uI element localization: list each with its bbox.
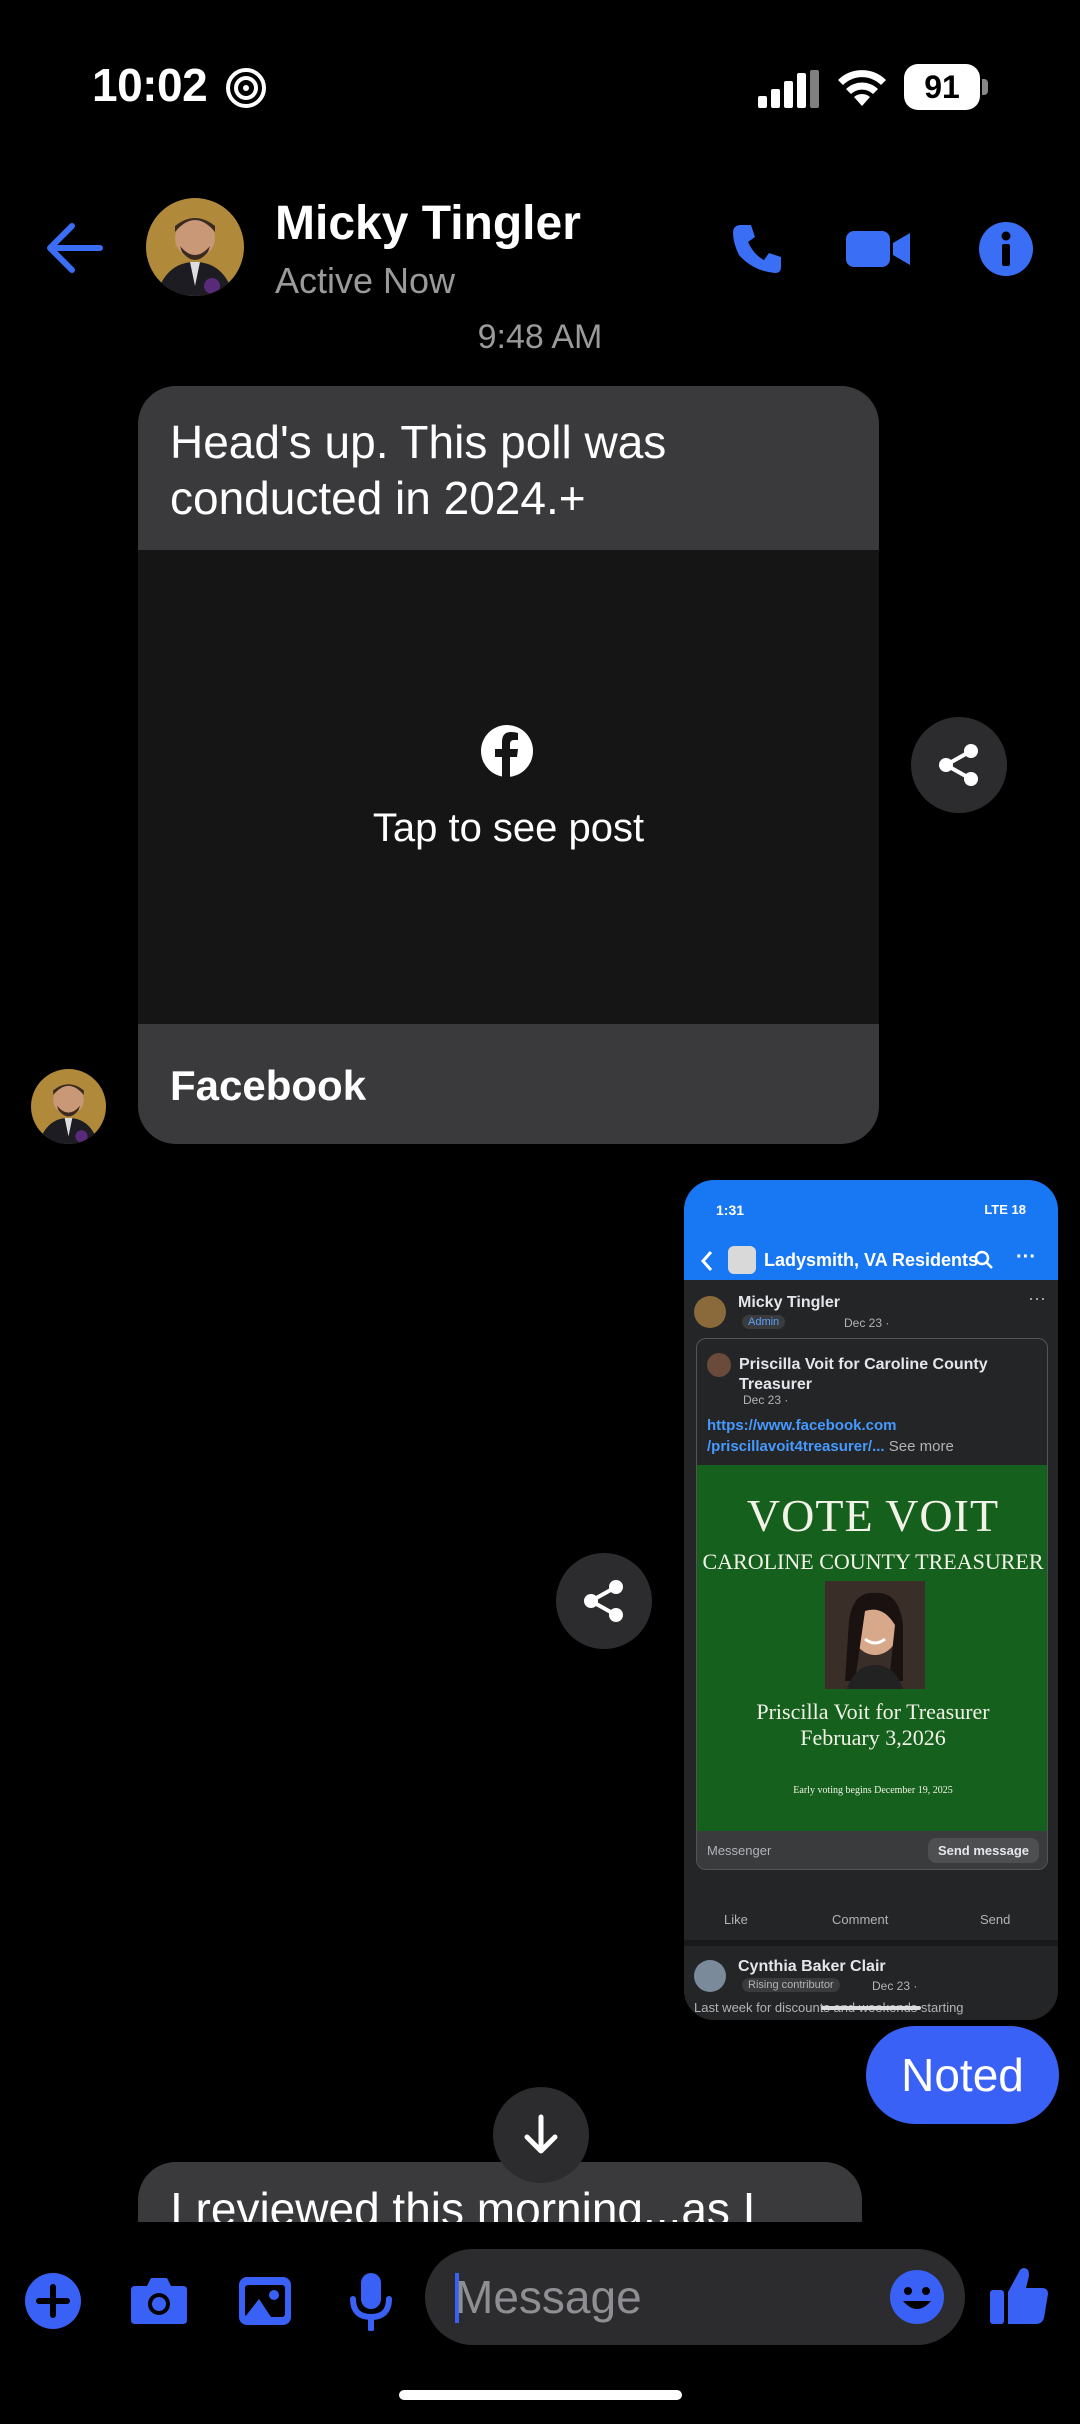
flyer-title: VOTE VOIT — [746, 1490, 1000, 1541]
shot-shared-date: Dec 23 · — [743, 1393, 789, 1407]
shot-send: Send — [980, 1912, 1011, 1927]
flyer-name: Priscilla Voit for Treasurer February 3,… — [756, 1699, 990, 1750]
shot-admin-badge: Admin — [742, 1315, 786, 1329]
add-attachment-button[interactable] — [18, 2266, 88, 2336]
shot-group-name: Ladysmith, VA Residents — [764, 1250, 979, 1270]
shot-commenter-date: Dec 23 · — [872, 1979, 918, 1993]
shot-link: https://www.facebook.com /priscillavoit4… — [707, 1417, 954, 1455]
video-call-button[interactable] — [846, 214, 912, 284]
info-icon — [979, 222, 1033, 276]
screenshot-attachment[interactable]: 1:31 LTE 18 Ladysmith, VA Residents ··· … — [684, 1180, 1058, 2020]
shot-page-avatar — [707, 1353, 731, 1377]
share-icon — [939, 744, 978, 786]
wifi-icon — [838, 70, 886, 106]
contact-avatar[interactable] — [146, 198, 244, 296]
post-source-label: Facebook — [170, 1062, 367, 1109]
active-status: Active Now — [275, 260, 456, 301]
contact-name[interactable]: Micky Tingler — [275, 196, 581, 251]
arrow-down-icon — [524, 2114, 558, 2154]
shared-card: Priscilla Voit for Caroline County Treas… — [696, 1338, 1048, 1870]
thumbs-up-icon — [990, 2268, 1048, 2324]
shot-commenter-avatar — [694, 1960, 726, 1992]
shared-post-message: Head's up. This poll was conducted in 20… — [170, 416, 667, 524]
home-indicator — [399, 2390, 682, 2400]
shot-messenger-label: Messenger — [707, 1843, 772, 1858]
candidate-photo — [825, 1581, 925, 1689]
message-field[interactable] — [425, 2249, 965, 2345]
shot-poster-avatar — [694, 1296, 726, 1328]
shot-like: Like — [724, 1912, 748, 1927]
post-preview[interactable]: Tap to see post — [138, 550, 879, 1024]
flyer-early-voting: Early voting begins December 19, 2025 — [793, 1785, 953, 1796]
scroll-to-bottom-button[interactable] — [493, 2087, 589, 2183]
shot-search-icon — [974, 1250, 993, 1269]
message-timestamp: 9:48 AM — [477, 318, 603, 356]
battery-indicator: 91 — [904, 64, 988, 110]
microphone-icon — [350, 2273, 392, 2331]
facebook-icon — [481, 725, 533, 777]
cellular-signal-icon — [758, 70, 819, 108]
sent-message-bubble[interactable]: Noted — [866, 2026, 1059, 2124]
shot-status-right: LTE 18 — [984, 1202, 1026, 1217]
location-target-icon — [226, 68, 266, 108]
back-arrow-icon[interactable] — [44, 220, 104, 276]
shot-poster-date: Dec 23 · — [844, 1316, 890, 1330]
shot-back-icon — [700, 1251, 713, 1271]
shot-send-message: Send message — [927, 1838, 1039, 1863]
tap-to-see-post-label: Tap to see post — [372, 806, 645, 850]
video-camera-icon — [846, 231, 910, 267]
voice-message-button[interactable] — [336, 2266, 406, 2336]
shot-contributor-badge: Rising contributor — [742, 1978, 840, 1992]
shared-post-bubble[interactable]: Head's up. This poll was conducted in 20… — [138, 386, 879, 1144]
shot-actions-row: Like Comment Send — [684, 1906, 1058, 1936]
conversation-info-button[interactable] — [976, 214, 1036, 284]
message-input[interactable] — [455, 2249, 875, 2345]
emoji-icon[interactable] — [889, 2269, 945, 2325]
shot-commenter-name: Cynthia Baker Clair — [738, 1958, 886, 1975]
status-time: 10:02 — [92, 59, 208, 111]
shot-more-icon: ··· — [1016, 1246, 1036, 1268]
thumbs-up-button[interactable] — [984, 2260, 1054, 2330]
sender-avatar[interactable] — [31, 1069, 106, 1144]
share-post-button[interactable] — [911, 717, 1007, 813]
flyer-subtitle: CAROLINE COUNTY TREASURER — [702, 1549, 1044, 1574]
share-icon — [584, 1580, 623, 1622]
shot-status-time: 1:31 — [716, 1202, 745, 1218]
shot-shared-page: Priscilla Voit for Caroline County Treas… — [739, 1356, 988, 1393]
share-image-button[interactable] — [556, 1553, 652, 1649]
plus-circle-icon — [25, 2273, 81, 2329]
gallery-button[interactable] — [230, 2266, 300, 2336]
camera-icon — [131, 2278, 187, 2324]
audio-call-button[interactable] — [722, 214, 792, 284]
battery-level: 91 — [904, 64, 980, 110]
phone-icon — [733, 225, 781, 273]
image-icon — [239, 2277, 291, 2325]
group-thumbnail — [728, 1246, 756, 1274]
shot-comment: Comment — [832, 1912, 889, 1927]
camera-button[interactable] — [124, 2266, 194, 2336]
shot-post-menu-icon: ··· — [1028, 1288, 1046, 1308]
campaign-flyer-image: VOTE VOIT CAROLINE COUNTY TREASURER Pris… — [697, 1465, 1047, 1831]
shot-poster-name: Micky Tingler — [738, 1294, 840, 1311]
